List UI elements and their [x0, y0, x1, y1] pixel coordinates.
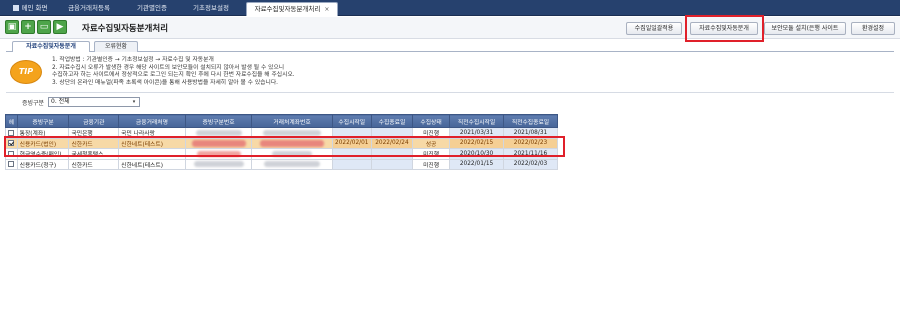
column-header[interactable]: 헤 — [5, 114, 18, 128]
tip-text: 1. 작업방법 : 기관별인증 → 기초정보설정 → 자료수집 및 자동분개 2… — [52, 57, 572, 87]
redacted-mark — [264, 161, 321, 167]
save-icon[interactable]: ▣ — [5, 20, 19, 34]
column-header[interactable]: 수집상태 — [412, 114, 451, 128]
subtab-error-status[interactable]: 오류현황 — [94, 41, 138, 52]
column-header[interactable]: 수집종료일 — [370, 114, 414, 128]
highlight-box-row — [4, 136, 565, 157]
filter-label: 증빙구분 — [22, 100, 45, 107]
cell-bank: 신한카드 — [68, 158, 120, 170]
tip-line: 수집하고자 하는 사이트에서 정상적으로 로그인 되는지 확인 후에 다시 한번… — [52, 72, 295, 78]
tip-line: 2. 자료수집시 오류가 발생한 경우 해당 사이트의 보안모듈이 설치되지 않… — [52, 64, 285, 71]
redacted-mark — [193, 161, 244, 167]
cell-prev-start: 2022/01/15 — [449, 158, 504, 170]
evidence-type-select[interactable]: 0. 전체 ▾ — [48, 97, 140, 107]
subtab-collection[interactable]: 자료수집및자동분개 — [12, 41, 90, 52]
column-header[interactable]: 직전수집시작일 — [449, 114, 504, 128]
redacted-mark — [195, 129, 242, 136]
tip-line: 1. 작업방법 : 기관별인증 → 기초정보설정 → 자료수집 및 자동분개 — [52, 57, 214, 63]
column-header[interactable]: 증빙구분번호 — [184, 114, 253, 128]
settings-button[interactable]: 환경설정 — [851, 22, 895, 35]
divider — [6, 92, 894, 93]
table-row[interactable]: 신용카드(청구) 신한카드 신한네트(테스트) 미진행 2022/01/15 2… — [5, 158, 559, 170]
toolbar: ▣ + ▭ ▶ 자료수집및자동분개처리 수집일일괄적용 자료수집및자동분개 보안… — [0, 17, 900, 39]
row-checkbox[interactable] — [8, 129, 15, 136]
chevron-down-icon[interactable]: ▾ — [130, 98, 138, 106]
tab-institution-auth[interactable]: 기관별인증 — [126, 2, 178, 16]
home-icon — [12, 5, 19, 11]
redacted-mark — [263, 129, 322, 136]
subtab-bar: 자료수집및자동분개 오류현황 — [6, 41, 894, 52]
tip-icon: TIP — [10, 60, 42, 84]
cell-evidence-number-masked — [184, 158, 253, 170]
tab-data-collection-label: 자료수집및자동분개처리 — [254, 5, 321, 13]
highlight-box-button — [685, 15, 764, 42]
tab-financial-partner-registration[interactable]: 금융거래처등록 — [58, 2, 120, 16]
tip-line: 3. 상단의 온라인 매뉴얼(파족 초록색 아이콘)을 통해 사용방법을 자세히… — [52, 79, 279, 86]
close-icon[interactable]: × — [324, 3, 329, 16]
tab-home-label: 메인 화면 — [21, 4, 48, 12]
install-security-module-button[interactable]: 보안모듈 설치(은행 사이트 — [764, 22, 846, 35]
column-header[interactable]: 거래처계좌번호 — [251, 114, 333, 128]
tab-data-collection[interactable]: 자료수집및자동분개처리 × — [246, 2, 338, 16]
cell-start-date[interactable] — [331, 158, 372, 170]
row-checkbox-cell[interactable] — [5, 158, 18, 170]
cell-partner-name: 신한네트(테스트) — [118, 158, 186, 170]
window-tab-bar: 메인 화면 금융거래처등록 기관별인증 기초정보설정 자료수집및자동분개처리 × — [0, 0, 900, 16]
apply-collection-date-button[interactable]: 수집일일괄적용 — [626, 22, 682, 35]
column-header[interactable]: 금융기관 — [68, 114, 120, 128]
cell-evidence-type: 신용카드(청구) — [16, 158, 70, 170]
tab-basic-settings[interactable]: 기초정보설정 — [182, 2, 240, 16]
row-checkbox[interactable] — [8, 161, 15, 167]
cell-account-number-masked — [251, 158, 333, 170]
cell-status: 미진행 — [412, 158, 451, 170]
evidence-type-value: 0. 전체 — [51, 98, 70, 105]
play-icon[interactable]: ▶ — [53, 20, 67, 34]
window-icon[interactable]: ▭ — [37, 20, 51, 34]
column-header[interactable]: 수집시작일 — [331, 114, 372, 128]
page-title: 자료수집및자동분개처리 — [82, 24, 169, 34]
cell-prev-end: 2022/02/03 — [502, 158, 559, 170]
grid-header-row: 헤 증빙구분 금융기관 금융거래처명 증빙구분번호 거래처계좌번호 수집시작일 … — [5, 114, 559, 128]
column-header[interactable]: 증빙구분 — [16, 114, 70, 128]
column-header[interactable]: 금융거래처명 — [118, 114, 186, 128]
add-icon[interactable]: + — [21, 20, 35, 34]
tab-home[interactable]: 메인 화면 — [4, 2, 56, 16]
column-header[interactable]: 직전수집종료일 — [502, 114, 559, 128]
cell-end-date[interactable] — [370, 158, 414, 170]
